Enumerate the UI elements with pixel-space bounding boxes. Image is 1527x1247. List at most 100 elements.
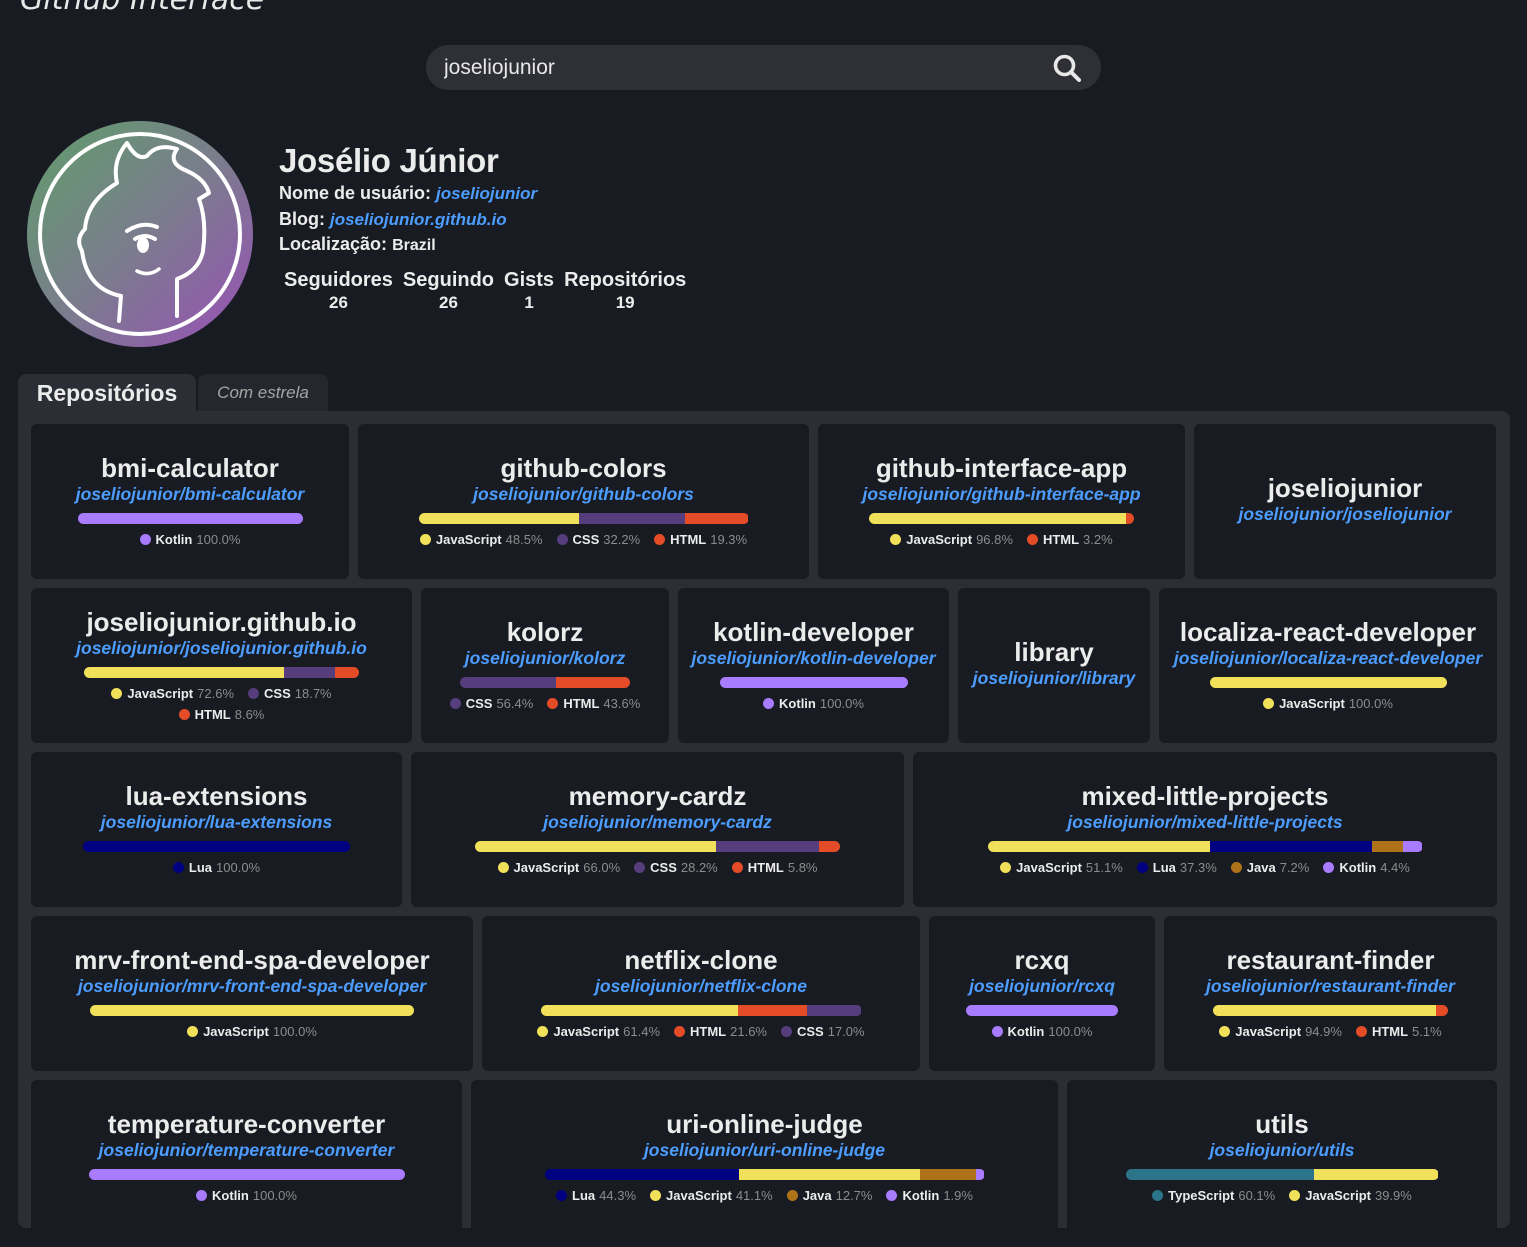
tab-starred[interactable]: Com estrela bbox=[198, 374, 328, 412]
language-bar bbox=[540, 1005, 862, 1016]
repo-path-link[interactable]: joseliojunior/kolorz bbox=[465, 646, 625, 670]
repo-card[interactable]: mrv-front-end-spa-developer joseliojunior… bbox=[31, 916, 473, 1071]
language-bar-segment bbox=[84, 666, 284, 678]
language-bar bbox=[1209, 677, 1447, 688]
blog-line: Blog: joseliojunior.github.io bbox=[279, 207, 691, 233]
repo-path-link[interactable]: joseliojunior/bmi-calculator bbox=[76, 482, 305, 506]
repo-path-link[interactable]: joseliojunior/github-colors bbox=[473, 482, 694, 506]
language-name: Kotlin bbox=[1007, 1024, 1045, 1039]
repo-card[interactable]: mixed-little-projects joseliojunior/mixed… bbox=[913, 752, 1497, 907]
language-dot-icon bbox=[634, 862, 646, 873]
language-name: JavaScript bbox=[906, 532, 973, 547]
repo-path-link[interactable]: joseliojunior/mrv-front-end-spa-develope… bbox=[78, 974, 426, 998]
repo-card[interactable]: bmi-calculator joseliojunior/bmi-calculat… bbox=[31, 424, 349, 579]
repo-path-link[interactable]: joseliojunior/github-interface-app bbox=[862, 482, 1140, 506]
repo-name[interactable]: github-interface-app bbox=[876, 454, 1127, 482]
repo-path-link[interactable]: joseliojunior/joseliojunior bbox=[1239, 502, 1452, 526]
repo-card[interactable]: kotlin-developer joseliojunior/kotlin-dev… bbox=[678, 588, 949, 743]
tab-repositories[interactable]: Repositórios bbox=[18, 374, 196, 412]
repo-card[interactable]: memory-cardz joseliojunior/memory-cardz Ja… bbox=[411, 752, 904, 907]
repo-card[interactable]: uri-online-judge joseliojunior/uri-online… bbox=[471, 1080, 1058, 1235]
repo-card[interactable]: github-interface-app joseliojunior/github… bbox=[818, 424, 1185, 579]
language-dot-icon bbox=[449, 698, 461, 709]
repo-path-link[interactable]: joseliojunior/kotlin-developer bbox=[691, 646, 935, 670]
repo-path-link[interactable]: joseliojunior/lua-extensions bbox=[101, 810, 332, 834]
repo-name[interactable]: rcxq bbox=[1015, 946, 1070, 974]
language-percent: 41.1% bbox=[735, 1188, 773, 1203]
language-bar-segment bbox=[869, 513, 1126, 524]
language-bar-segment bbox=[715, 841, 819, 852]
repo-path-link[interactable]: joseliojunior/mixed-little-projects bbox=[1067, 810, 1342, 834]
language-legend: Lua 100.0% bbox=[172, 858, 260, 877]
language-bar-segment bbox=[1313, 1169, 1439, 1180]
repo-name[interactable]: kolorz bbox=[507, 618, 584, 646]
language-percent: 3.2% bbox=[1083, 532, 1113, 547]
username-label: Nome de usuário: bbox=[279, 183, 432, 203]
repo-path-link[interactable]: joseliojunior/restaurant-finder bbox=[1206, 974, 1455, 998]
language-legend: JavaScript 100.0% bbox=[1263, 694, 1393, 713]
repo-card[interactable]: github-colors joseliojunior/github-colors… bbox=[358, 424, 809, 579]
legend-item: JavaScript 61.4% bbox=[537, 1022, 660, 1041]
repo-name[interactable]: joseliojunior.github.io bbox=[86, 608, 356, 636]
language-name: Lua bbox=[572, 1188, 596, 1203]
language-percent: 100.0% bbox=[1348, 696, 1393, 711]
repo-card[interactable]: joseliojunior.github.io joseliojunior/jos… bbox=[31, 588, 412, 743]
repo-name[interactable]: utils bbox=[1255, 1110, 1308, 1138]
repo-name[interactable]: memory-cardz bbox=[569, 782, 747, 810]
repo-name[interactable]: uri-online-judge bbox=[666, 1110, 862, 1138]
repo-path-link[interactable]: joseliojunior/memory-cardz bbox=[543, 810, 772, 834]
language-dot-icon bbox=[674, 1026, 686, 1037]
repo-card[interactable]: localiza-react-developer joseliojunior/lo… bbox=[1159, 588, 1497, 743]
repo-card[interactable]: temperature-converter joseliojunior/tempe… bbox=[31, 1080, 462, 1235]
repo-card[interactable]: rcxq joseliojunior/rcxq Kotlin 100.0% bbox=[929, 916, 1155, 1071]
repo-path-link[interactable]: joseliojunior/netflix-clone bbox=[595, 974, 807, 998]
language-bar bbox=[418, 513, 749, 524]
language-percent: 21.6% bbox=[730, 1024, 767, 1039]
language-name: JavaScript bbox=[127, 685, 194, 701]
language-percent: 61.4% bbox=[623, 1024, 661, 1039]
repo-path-link[interactable]: joseliojunior/localiza-react-developer bbox=[1174, 646, 1482, 670]
repo-name[interactable]: restaurant-finder bbox=[1226, 946, 1434, 974]
language-dot-icon bbox=[1026, 534, 1038, 545]
repo-card[interactable]: utils joseliojunior/utils TypeScript 60.1% J… bbox=[1067, 1080, 1497, 1235]
blog-link[interactable]: joseliojunior.github.io bbox=[330, 210, 507, 229]
repo-card[interactable]: library joseliojunior/library bbox=[958, 588, 1150, 743]
repo-name[interactable]: bmi-calculator bbox=[101, 454, 279, 482]
stat-value: 26 bbox=[329, 292, 348, 312]
repo-name[interactable]: kotlin-developer bbox=[713, 618, 914, 646]
search-input[interactable] bbox=[444, 55, 1051, 80]
repo-name[interactable]: library bbox=[1014, 638, 1094, 666]
language-dot-icon bbox=[537, 1026, 549, 1037]
language-bar-segment bbox=[684, 513, 749, 524]
repo-card[interactable]: lua-extensions joseliojunior/lua-extensio… bbox=[31, 752, 402, 907]
language-dot-icon bbox=[1263, 698, 1275, 709]
search-icon[interactable] bbox=[1051, 52, 1083, 84]
repo-name[interactable]: localiza-react-developer bbox=[1180, 618, 1476, 646]
repo-card[interactable]: kolorz joseliojunior/kolorz CSS 56.4% HTML 43… bbox=[421, 588, 669, 743]
repo-path-link[interactable]: joseliojunior/rcxq bbox=[969, 974, 1115, 998]
repo-path-link[interactable]: joseliojunior/library bbox=[973, 666, 1135, 690]
repo-path-link[interactable]: joseliojunior/temperature-converter bbox=[99, 1138, 395, 1162]
repo-name[interactable]: lua-extensions bbox=[125, 782, 307, 810]
repo-path-link[interactable]: joseliojunior/uri-online-judge bbox=[644, 1138, 885, 1162]
repo-name[interactable]: netflix-clone bbox=[624, 946, 777, 974]
language-bar bbox=[1125, 1169, 1439, 1180]
repo-name[interactable]: mrv-front-end-spa-developer bbox=[74, 946, 429, 974]
repo-card[interactable]: restaurant-finder joseliojunior/restauran… bbox=[1164, 916, 1497, 1071]
repo-name[interactable]: github-colors bbox=[500, 454, 666, 482]
repo-card[interactable]: joseliojunior joseliojunior/joseliojunior bbox=[1194, 424, 1496, 579]
language-bar-segment bbox=[578, 513, 685, 524]
language-bar bbox=[966, 1005, 1118, 1016]
stat-label: Repositórios bbox=[564, 268, 687, 291]
repo-name[interactable]: joseliojunior bbox=[1268, 474, 1423, 502]
repo-card[interactable]: netflix-clone joseliojunior/netflix-clone… bbox=[482, 916, 920, 1071]
legend-item: JavaScript 66.0% bbox=[497, 858, 620, 877]
repo-name[interactable]: mixed-little-projects bbox=[1081, 782, 1328, 810]
repo-path-link[interactable]: joseliojunior/joseliojunior.github.io bbox=[76, 636, 367, 660]
repo-name[interactable]: temperature-converter bbox=[108, 1110, 385, 1138]
language-percent: 100.0% bbox=[252, 1188, 297, 1203]
language-bar bbox=[77, 513, 303, 524]
username-link[interactable]: joseliojunior bbox=[436, 184, 537, 203]
repo-path-link[interactable]: joseliojunior/utils bbox=[1210, 1138, 1355, 1162]
stat-gists: Gists 1 bbox=[499, 268, 559, 314]
